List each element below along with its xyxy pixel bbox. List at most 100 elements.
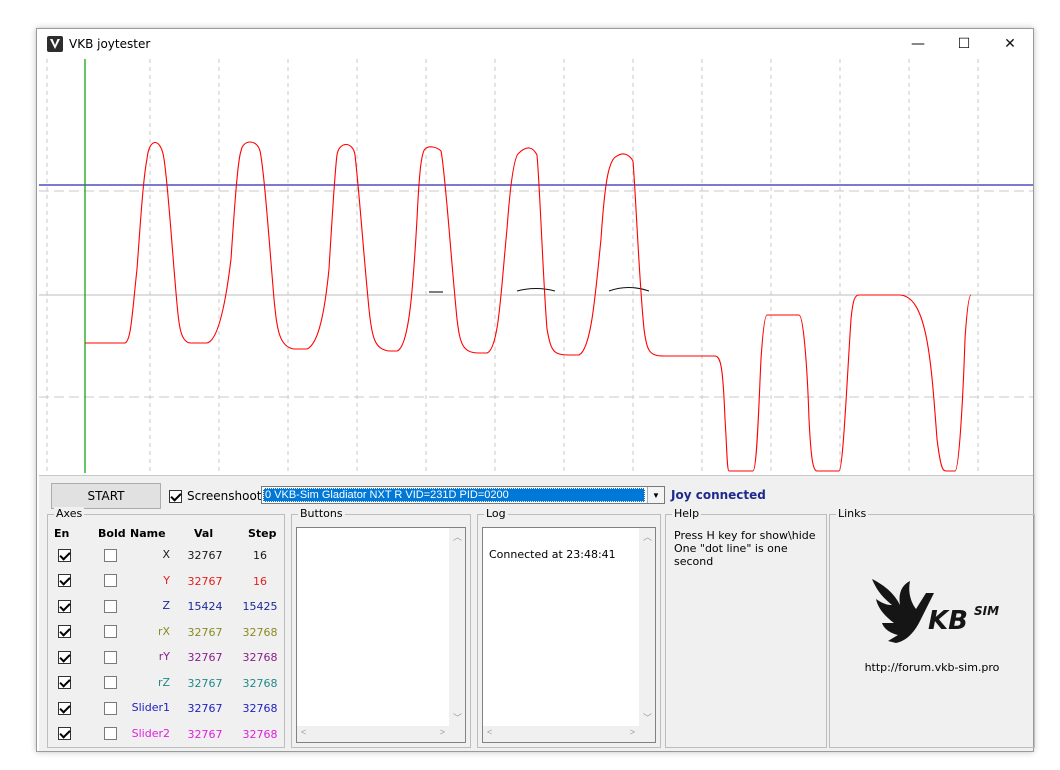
buttons-horizontal-scrollbar[interactable]: < >: [297, 726, 465, 742]
checkbox-icon[interactable]: [104, 599, 117, 613]
axis-row-slider2: Slider2 32767 32768: [48, 724, 284, 744]
axis-bold-checkbox[interactable]: [104, 676, 117, 689]
axis-enable-checkbox[interactable]: [58, 727, 71, 740]
screenshoot-checkbox[interactable]: Screenshoot: [169, 489, 262, 503]
checkbox-icon[interactable]: [104, 548, 117, 562]
checkbox-icon[interactable]: [58, 701, 71, 715]
axis-bold-checkbox[interactable]: [104, 650, 117, 664]
axis-step: 16: [253, 549, 267, 562]
log-group: Log Connected at 23:48:41 ︿ ﹀ < >: [477, 507, 661, 748]
checkbox-icon[interactable]: [58, 676, 71, 689]
scroll-left-icon[interactable]: <: [487, 727, 492, 737]
axis-value: 32767: [187, 651, 223, 664]
forum-link[interactable]: http://forum.vkb-sim.pro: [830, 661, 1034, 674]
log-vertical-scrollbar[interactable]: ︿ ﹀: [639, 528, 655, 726]
scroll-up-icon[interactable]: ︿: [643, 530, 652, 543]
axis-value: 32767: [187, 549, 223, 562]
checkbox-icon[interactable]: [104, 625, 117, 638]
axis-bold-checkbox[interactable]: [104, 625, 117, 638]
dropdown-arrow-icon[interactable]: ▼: [647, 487, 664, 503]
screenshoot-label: Screenshoot: [187, 489, 262, 503]
axis-name: Z: [162, 599, 170, 612]
axis-enable-checkbox[interactable]: [58, 548, 71, 562]
axis-enable-checkbox[interactable]: [58, 701, 71, 715]
buttons-group-title: Buttons: [298, 507, 345, 520]
checkbox-icon[interactable]: [58, 727, 71, 740]
scroll-down-icon[interactable]: ﹀: [643, 711, 652, 724]
help-line-2: One "dot line" is one second: [674, 542, 788, 568]
device-selected-value: 0 VKB-Sim Gladiator NXT R VID=231D PID=0…: [263, 488, 645, 502]
buttons-group: Buttons ︿ ﹀ < >: [291, 507, 471, 748]
scroll-up-icon[interactable]: ︿: [453, 530, 462, 543]
window-title: VKB joytester: [69, 37, 151, 51]
header-bold: Bold: [98, 527, 126, 540]
axis-bold-checkbox[interactable]: [104, 701, 117, 715]
checkbox-icon[interactable]: [104, 574, 117, 587]
axis-trace-plot: [39, 59, 1033, 473]
help-text: Press H key for show\hide One "dot line"…: [674, 529, 826, 568]
close-button[interactable]: ✕: [987, 29, 1033, 59]
axis-step: 32768: [242, 651, 278, 664]
checkbox-icon[interactable]: [104, 727, 117, 740]
logo-wordmark: KB: [928, 606, 968, 636]
logo-wordmark-sim: SIM: [974, 604, 999, 618]
log-entry: Connected at 23:48:41: [489, 548, 616, 561]
axis-enable-checkbox[interactable]: [58, 676, 71, 689]
app-window: VKB joytester — ☐ ✕ START Screenshoot 0 …: [36, 28, 1035, 752]
scroll-left-icon[interactable]: <: [301, 727, 306, 737]
axis-row-slider1: Slider1 32767 32768: [48, 698, 284, 718]
log-horizontal-scrollbar[interactable]: < >: [483, 726, 655, 742]
axis-name: rZ: [157, 675, 170, 689]
x-axis-fragments: [429, 286, 650, 293]
links-group: Links KB SIM http://forum.vkb-sim.pro: [829, 507, 1035, 748]
axis-bold-checkbox[interactable]: [104, 599, 117, 613]
vkbsim-logo[interactable]: KB SIM: [868, 571, 1018, 651]
axis-name: rX: [157, 624, 170, 638]
axis-value: 32767: [187, 625, 223, 639]
scroll-right-icon[interactable]: >: [630, 727, 635, 737]
maximize-button[interactable]: ☐: [941, 29, 987, 59]
title-bar[interactable]: VKB joytester — ☐ ✕: [37, 29, 1033, 59]
axis-value: 32767: [187, 676, 223, 690]
axis-step: 32768: [242, 676, 278, 690]
log-listbox[interactable]: Connected at 23:48:41 ︿ ﹀ < >: [482, 527, 656, 743]
axis-enable-checkbox[interactable]: [58, 625, 71, 638]
axis-step: 32768: [242, 702, 278, 715]
start-button[interactable]: START: [51, 483, 161, 509]
log-group-title: Log: [484, 507, 508, 520]
checkbox-icon[interactable]: [58, 650, 71, 664]
axis-bold-checkbox[interactable]: [104, 548, 117, 562]
axes-group-title: Axes: [54, 507, 85, 520]
axis-row-x: X 32767 16: [48, 545, 284, 565]
device-dropdown[interactable]: 0 VKB-Sim Gladiator NXT R VID=231D PID=0…: [261, 486, 665, 504]
scroll-right-icon[interactable]: >: [440, 727, 445, 737]
buttons-listbox[interactable]: ︿ ﹀ < >: [296, 527, 466, 743]
axis-enable-checkbox[interactable]: [58, 574, 71, 587]
axes-header-row: En Bold Name Val Step: [48, 527, 284, 543]
axis-bold-checkbox[interactable]: [104, 574, 117, 587]
screenshoot-check-icon[interactable]: [169, 489, 182, 503]
axis-enable-checkbox[interactable]: [58, 599, 71, 613]
help-group: Help Press H key for show\hide One "dot …: [665, 507, 827, 748]
checkbox-icon[interactable]: [104, 701, 117, 715]
axis-row-z: Z 15424 15425: [48, 596, 284, 616]
axis-step: 32768: [242, 727, 278, 741]
axis-step: 16: [253, 574, 267, 588]
checkbox-icon[interactable]: [58, 574, 71, 587]
axis-enable-checkbox[interactable]: [58, 650, 71, 664]
buttons-vertical-scrollbar[interactable]: ︿ ﹀: [449, 528, 465, 726]
checkbox-icon[interactable]: [58, 548, 71, 562]
minimize-button[interactable]: —: [895, 29, 941, 59]
scroll-down-icon[interactable]: ﹀: [453, 711, 462, 724]
axis-bold-checkbox[interactable]: [104, 727, 117, 740]
header-en: En: [54, 527, 70, 540]
checkbox-icon[interactable]: [104, 650, 117, 664]
axis-value: 32767: [187, 574, 223, 588]
checkbox-icon[interactable]: [58, 599, 71, 613]
links-group-title: Links: [836, 507, 869, 520]
axis-value: 15424: [187, 600, 223, 613]
axis-name: X: [162, 548, 170, 561]
checkbox-icon[interactable]: [58, 625, 71, 638]
axis-step: 32768: [242, 625, 278, 639]
checkbox-icon[interactable]: [104, 676, 117, 689]
